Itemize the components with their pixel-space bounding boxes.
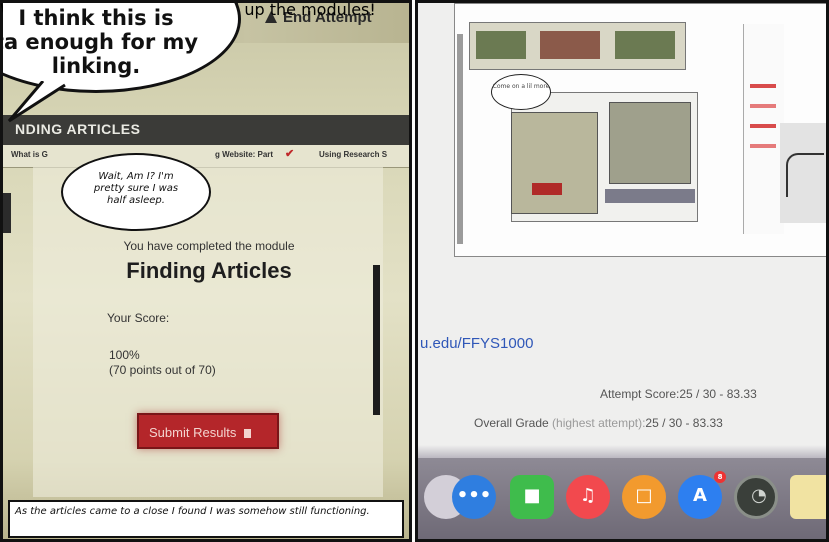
overall-grade: Overall Grade (highest attempt):25 / 30 … bbox=[474, 416, 723, 430]
subnav-item-2[interactable]: g Website: Part bbox=[215, 150, 273, 159]
check-icon: ✔ bbox=[285, 148, 295, 160]
score-label: Your Score: bbox=[107, 311, 170, 325]
submit-results-button[interactable]: Submit Results bbox=[137, 413, 279, 449]
completion-message: You have completed the module bbox=[123, 239, 295, 253]
panel-shadow-mark bbox=[3, 193, 11, 233]
dock-shadow bbox=[418, 445, 826, 459]
messages-icon[interactable]: ••• bbox=[452, 475, 496, 519]
panel-divider-line bbox=[373, 265, 380, 415]
embedded-screenshot: Come on a lil more bbox=[454, 3, 826, 257]
subnav-item-1[interactable]: What is G bbox=[11, 150, 48, 159]
preview-comic-left bbox=[511, 112, 598, 214]
preview-image-top bbox=[469, 22, 686, 70]
subnav-item-3[interactable]: Using Research S bbox=[319, 150, 387, 159]
facetime-icon[interactable]: ■ bbox=[510, 475, 554, 519]
speech-bubble-tail bbox=[7, 81, 66, 123]
thought-bubble: Wait, Am I? I'm pretty sure I was half a… bbox=[61, 153, 211, 231]
time-machine-icon[interactable]: ◔ bbox=[734, 475, 778, 519]
right-sidebar-thumb bbox=[780, 123, 826, 223]
score-values: 100% (70 points out of 70) bbox=[109, 348, 216, 378]
module-subnav: What is G g Website: Part ✔ Using Resear… bbox=[3, 145, 409, 168]
notes-icon[interactable] bbox=[790, 475, 826, 519]
books-icon[interactable]: □ bbox=[622, 475, 666, 519]
doc-scrollbar bbox=[457, 34, 463, 244]
submit-arrow-icon bbox=[244, 429, 252, 438]
preview-speech-bubble: Come on a lil more bbox=[491, 74, 551, 110]
preview-side-pane bbox=[743, 24, 784, 234]
caption-box: As the articles came to a close I found … bbox=[8, 500, 404, 538]
score-percent: 100% bbox=[109, 348, 140, 362]
comic-panel-left: End Attempt NDING ARTICLES What is G g W… bbox=[0, 0, 412, 542]
score-points: (70 points out of 70) bbox=[109, 363, 216, 377]
preview-dock bbox=[605, 189, 695, 203]
music-icon[interactable]: ♫ bbox=[566, 475, 610, 519]
speech-bubble: I think this is ta enough for my linking… bbox=[3, 3, 241, 93]
preview-comic-right bbox=[609, 102, 691, 184]
course-link[interactable]: u.edu/FFYS1000 bbox=[420, 335, 533, 352]
module-title: Finding Articles bbox=[126, 258, 292, 283]
app-store-badge: 8 bbox=[714, 471, 726, 483]
attempt-score: Attempt Score:25 / 30 - 83.33 bbox=[600, 387, 757, 401]
comic-panel-right: Come on a lil more u.edu/FFYS1000 Attemp… bbox=[415, 0, 829, 542]
